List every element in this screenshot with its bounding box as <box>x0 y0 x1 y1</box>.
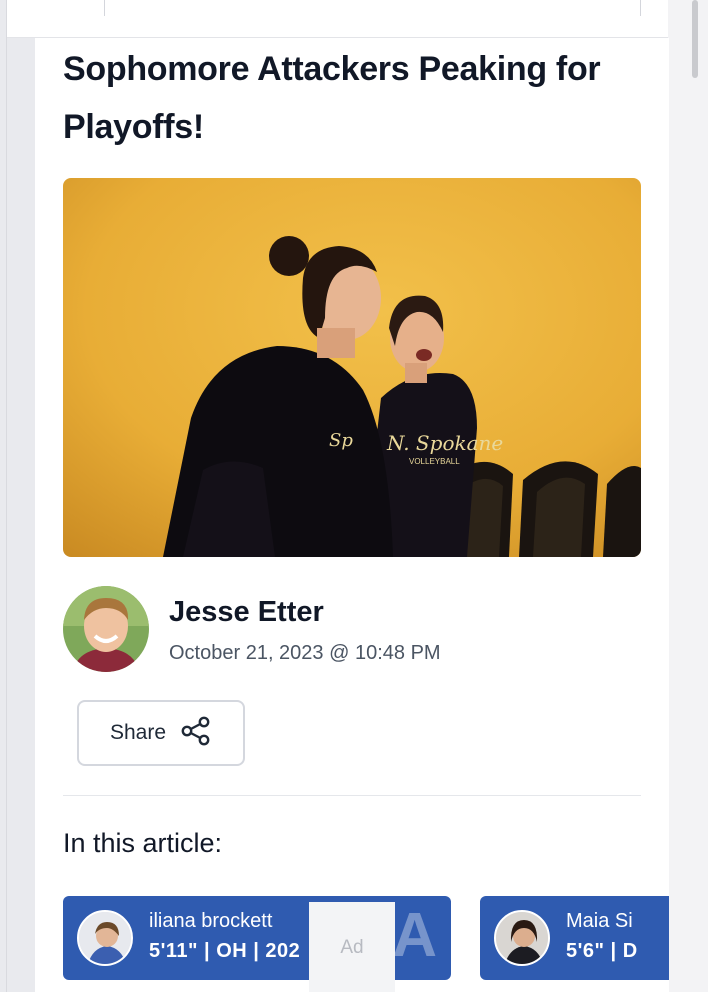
player-meta: 5'11" | OH | 202 <box>149 940 301 962</box>
article-card: Sophomore Attackers Peaking for Playoffs… <box>35 38 669 992</box>
in-article-heading: In this article: <box>63 828 223 858</box>
scrollbar-track[interactable] <box>668 0 708 992</box>
player-photo <box>494 910 550 966</box>
section-divider <box>63 795 641 796</box>
player-meta: 5'6" | D <box>566 940 638 962</box>
player-card-letter: A <box>392 901 437 970</box>
hero-image: N. Spokane VOLLEYBALL Sp <box>63 178 641 557</box>
article-title: Sophomore Attackers Peaking for Playoffs… <box>63 50 601 146</box>
player-name: iliana brockett <box>149 910 273 932</box>
author-avatar[interactable] <box>63 586 149 672</box>
toolbar-divider <box>640 0 641 16</box>
scrollbar-thumb[interactable] <box>692 0 698 78</box>
author-byline: Jesse Etter October 21, 2023 @ 10:48 PM <box>63 586 563 672</box>
player-photo <box>77 910 133 966</box>
publish-date: October 21, 2023 @ 10:48 PM <box>169 642 441 664</box>
svg-text:Sp: Sp <box>329 430 353 451</box>
share-button[interactable]: Share <box>77 700 245 766</box>
svg-text:VOLLEYBALL: VOLLEYBALL <box>409 457 460 466</box>
share-label: Share <box>109 721 167 744</box>
author-name[interactable]: Jesse Etter <box>169 596 324 629</box>
volleyball-players-photo: N. Spokane VOLLEYBALL Sp <box>63 178 641 557</box>
player-name: Maia Si <box>566 910 633 932</box>
share-icon <box>180 715 212 752</box>
toolbar-divider <box>104 0 105 16</box>
player-card[interactable]: Maia Si 5'6" | D <box>480 896 669 980</box>
svg-text:N. Spokane: N. Spokane <box>386 431 503 455</box>
top-toolbar <box>6 0 668 38</box>
left-frame-edge <box>6 0 7 992</box>
ad-placeholder[interactable]: Ad <box>309 902 395 992</box>
